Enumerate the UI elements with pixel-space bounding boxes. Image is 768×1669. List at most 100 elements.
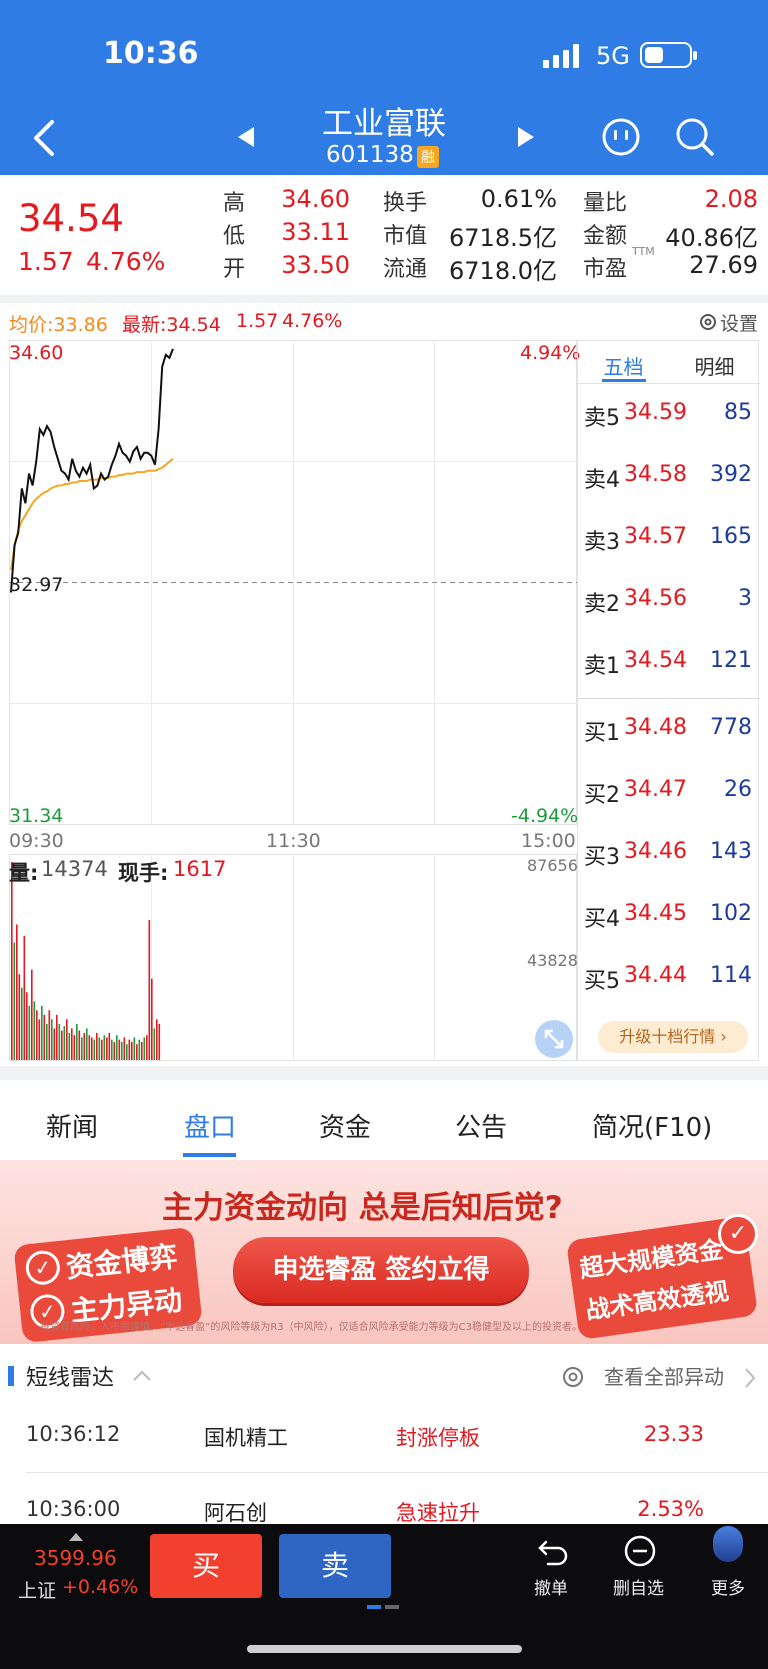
tab-0[interactable]: 新闻	[46, 1107, 98, 1144]
sell-level[interactable]: 卖1 34.54 121	[578, 632, 760, 692]
chevron-up-icon[interactable]	[132, 1368, 152, 1382]
volume-bar	[93, 1039, 96, 1060]
radar-marker	[8, 1366, 14, 1386]
volume-bar	[31, 969, 33, 1060]
level-label: 卖1	[584, 654, 620, 679]
radar-name: 阿石创	[204, 1501, 267, 1525]
level-volume: 778	[710, 715, 752, 740]
hand-value: 1617	[173, 857, 227, 881]
banner-left-line1: 资金博弈	[64, 1239, 180, 1285]
radar-value: 2.53%	[637, 1497, 704, 1521]
sell-level[interactable]: 卖2 34.56 3	[578, 570, 760, 630]
latest-price-label: 最新:34.54	[122, 314, 221, 336]
volume-bar	[78, 1030, 81, 1060]
volume-bar	[96, 1032, 98, 1060]
app-header: 10:36 5G 工业富联 601138 融	[0, 0, 768, 175]
view-all-link[interactable]: 查看全部异动	[604, 1361, 724, 1390]
stat-value: 6718.0亿	[449, 257, 557, 285]
level-price: 34.59	[624, 400, 687, 425]
buy-button[interactable]: 买	[150, 1534, 262, 1598]
avg-price-label: 均价:33.86	[9, 314, 108, 336]
volume-bar	[128, 1039, 131, 1060]
level-price: 34.45	[624, 901, 687, 926]
level-volume: 85	[724, 400, 752, 425]
upgrade-button[interactable]: 升级十档行情 ›	[598, 1021, 748, 1053]
expand-button[interactable]	[535, 1020, 573, 1058]
level-price: 34.46	[624, 839, 687, 864]
stat-value: 2.08	[704, 185, 758, 213]
stat-value: 0.61%	[480, 185, 557, 213]
level-label: 卖2	[584, 592, 620, 617]
price-change: 1.57	[18, 247, 74, 276]
level-label: 卖4	[584, 468, 620, 493]
banner-cta-button[interactable]: 申选睿盈 签约立得	[233, 1237, 529, 1303]
active-tab-underline	[183, 1153, 236, 1157]
volume-bar	[18, 974, 21, 1060]
next-stock-icon[interactable]	[516, 125, 536, 149]
settings-label[interactable]: 设置	[720, 309, 758, 336]
level-price: 34.54	[624, 648, 687, 673]
search-icon[interactable]	[674, 116, 716, 158]
level-label: 买2	[584, 783, 620, 808]
prev-stock-icon[interactable]	[236, 125, 256, 149]
volume-bar	[56, 1014, 58, 1060]
buy-level[interactable]: 买4 34.45 102	[578, 885, 760, 945]
volume-bar	[156, 1019, 158, 1060]
level-volume: 121	[710, 648, 752, 673]
sell-level[interactable]: 卖4 34.58 392	[578, 446, 760, 506]
volume-max-label: 87656	[527, 856, 578, 875]
buy-level[interactable]: 买1 34.48 778	[578, 699, 760, 759]
volume-bar	[113, 1041, 116, 1060]
gear-icon[interactable]	[697, 311, 719, 333]
radar-name: 国机精工	[204, 1426, 288, 1450]
volume-bar	[23, 935, 26, 1060]
banner-disclaimer: 投资有风险，入市需谨慎。“申选睿盈”的风险等级为R3（中风险），仅适合风险承受能…	[40, 1322, 583, 1333]
stat-label: 换手	[383, 191, 428, 216]
buy-level[interactable]: 买5 34.44 114	[578, 947, 760, 1007]
divider	[0, 295, 768, 303]
tab-detail[interactable]: 明细	[669, 341, 760, 383]
volume-bar	[61, 1030, 63, 1060]
tab-4[interactable]: 简况(F10)	[592, 1107, 712, 1144]
sell-level[interactable]: 卖5 34.59 85	[578, 384, 760, 444]
remove-watchlist-button[interactable]: 删自选	[610, 1532, 670, 1602]
tab-five-levels[interactable]: 五档	[578, 341, 669, 383]
volume-bar	[41, 1005, 43, 1060]
more-button[interactable]: 更多	[705, 1524, 755, 1602]
volume-bar	[81, 1037, 83, 1060]
level-price: 34.57	[624, 524, 687, 549]
volume-chart[interactable]	[9, 854, 577, 1061]
radar-event: 急速拉升	[396, 1501, 480, 1525]
chevron-right-icon[interactable]	[743, 1367, 757, 1389]
volume-value: 14374	[41, 857, 108, 881]
signal-icon	[543, 44, 579, 68]
sell-button[interactable]: 卖	[279, 1534, 391, 1598]
volume-bar	[68, 1032, 71, 1060]
intraday-chart[interactable]	[9, 340, 577, 828]
promo-banner[interactable]: 主力资金动向 总是后知后觉? ✓ 资金博弈 ✓ 主力异动 申选睿盈 签约立得 超…	[0, 1160, 768, 1344]
hand-label: 现手:	[118, 861, 169, 885]
chat-icon[interactable]	[600, 117, 642, 157]
gear-icon	[563, 1367, 583, 1387]
sell-level[interactable]: 卖3 34.57 165	[578, 508, 760, 568]
buy-level[interactable]: 买2 34.47 26	[578, 761, 760, 821]
back-icon[interactable]	[30, 118, 60, 158]
stock-code: 601138	[326, 142, 414, 168]
banner-headline: 主力资金动向 总是后知后觉?	[162, 1190, 563, 1226]
undo-order-button[interactable]: 撤单	[528, 1532, 578, 1602]
level-label: 买3	[584, 845, 620, 870]
stat-label: 流通	[383, 257, 428, 282]
more-icon	[713, 1526, 743, 1562]
volume-bar	[63, 1026, 66, 1060]
volume-bar	[28, 1005, 31, 1060]
buy-level[interactable]: 买3 34.46 143	[578, 823, 760, 883]
y-top-pct: 4.94%	[520, 342, 581, 364]
tab-3[interactable]: 公告	[455, 1107, 507, 1144]
volume-bar	[98, 1037, 101, 1060]
level-price: 34.58	[624, 462, 687, 487]
tab-1[interactable]: 盘口	[184, 1107, 236, 1144]
level-label: 买5	[584, 969, 620, 994]
volume-bar	[58, 1023, 61, 1060]
radar-row[interactable]: 10:36:12 国机精工 封涨停板 23.33	[0, 1406, 768, 1476]
tab-2[interactable]: 资金	[319, 1107, 371, 1144]
